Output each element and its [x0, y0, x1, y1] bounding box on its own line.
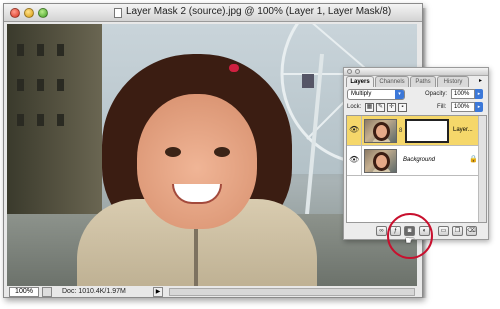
- blend-row: Multiply ▾ Opacity: 100% ▸: [347, 89, 485, 100]
- girl-face: [137, 94, 257, 229]
- tab-history[interactable]: History: [437, 76, 469, 87]
- minimize-button[interactable]: [24, 8, 34, 18]
- close-button[interactable]: [10, 8, 20, 18]
- document-size: Doc: 1010.4K/1.97M: [62, 288, 126, 295]
- lock-pixels-icon[interactable]: ✎: [376, 103, 385, 112]
- layer-row-layer-1[interactable]: 👁 8 Layer...: [347, 116, 486, 146]
- lock-icon: 🔒: [469, 156, 478, 163]
- layer-row-background[interactable]: 👁 Background 🔒: [347, 146, 486, 176]
- layer-mask-thumbnail[interactable]: [405, 119, 449, 143]
- zoom-button[interactable]: [38, 8, 48, 18]
- chain-link-icon[interactable]: 8: [399, 126, 403, 136]
- link-icon[interactable]: ∞: [376, 226, 387, 236]
- left-eye: [165, 147, 181, 157]
- right-eye: [214, 147, 230, 157]
- blend-mode-value: Multiply: [351, 91, 372, 97]
- tab-paths[interactable]: Paths: [410, 76, 436, 87]
- lock-transparency-icon[interactable]: ▦: [365, 103, 374, 112]
- layer-thumbnail[interactable]: [364, 119, 397, 143]
- column-divider: [361, 116, 362, 146]
- title-bar[interactable]: Layer Mask 2 (source).jpg @ 100% (Layer …: [4, 4, 422, 22]
- status-bar: 100% Doc: 1010.4K/1.97M ▶: [7, 287, 417, 297]
- tab-channels[interactable]: Channels: [375, 76, 409, 87]
- opacity-arrow-icon[interactable]: ▸: [475, 89, 483, 99]
- eye-icon[interactable]: 👁: [349, 126, 359, 134]
- new-layer-icon[interactable]: ❐: [452, 226, 463, 236]
- fill-field[interactable]: 100%: [451, 102, 475, 112]
- eye-icon[interactable]: 👁: [349, 156, 359, 164]
- chevron-down-icon: ▾: [395, 90, 404, 99]
- trash-icon[interactable]: ⌫: [466, 226, 477, 236]
- palette-tabs: Layers Channels Paths History: [346, 76, 486, 87]
- hand-cursor-icon: ☛: [405, 235, 415, 247]
- new-group-icon[interactable]: ▭: [438, 226, 449, 236]
- status-menu-arrow-icon[interactable]: ▶: [153, 287, 163, 297]
- window-title: Layer Mask 2 (source).jpg @ 100% (Layer …: [126, 6, 392, 17]
- lock-all-icon[interactable]: ▪: [398, 103, 407, 112]
- tab-layers[interactable]: Layers: [346, 76, 374, 87]
- hair-clip: [229, 64, 239, 72]
- opacity-label: Opacity:: [425, 91, 448, 97]
- fill-label: Fill:: [437, 104, 447, 110]
- palette-menu-icon[interactable]: ▸: [476, 77, 485, 85]
- lock-position-icon[interactable]: ✛: [387, 103, 396, 112]
- lock-label: Lock:: [347, 104, 362, 110]
- screenshot-stage: Layer Mask 2 (source).jpg @ 100% (Layer …: [0, 0, 500, 309]
- zoom-level-field[interactable]: 100%: [9, 287, 39, 297]
- layers-list: 👁 8 Layer... 👁 Background 🔒: [346, 115, 487, 223]
- document-icon: [114, 8, 122, 18]
- lock-row: Lock: ▦ ✎ ✛ ▪ Fill: 100% ▸: [347, 102, 485, 113]
- jacket-zipper: [194, 224, 198, 286]
- horizontal-scrollbar[interactable]: [169, 288, 415, 296]
- blend-mode-select[interactable]: Multiply ▾: [347, 89, 405, 100]
- layer-name: Background: [403, 157, 436, 163]
- column-divider: [361, 146, 362, 176]
- palette-collapse-button[interactable]: [355, 69, 360, 74]
- opacity-field[interactable]: 100%: [451, 89, 475, 99]
- zoom-menu-button[interactable]: [42, 287, 52, 297]
- fill-arrow-icon[interactable]: ▸: [475, 102, 483, 112]
- layers-scrollbar[interactable]: [478, 116, 486, 222]
- palette-title-bar[interactable]: [344, 68, 488, 76]
- palette-close-button[interactable]: [347, 69, 352, 74]
- background-thumbnail[interactable]: [364, 149, 397, 173]
- layer-name: Layer...: [453, 127, 473, 133]
